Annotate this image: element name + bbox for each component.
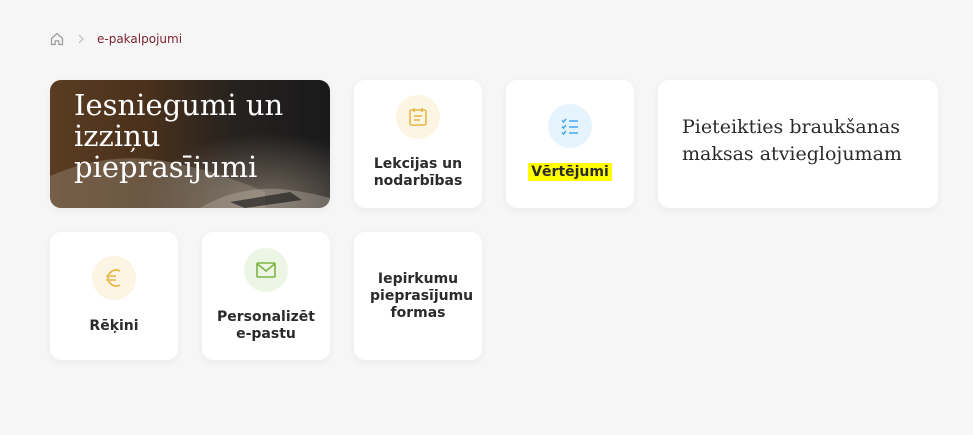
envelope-icon-circle <box>244 248 288 292</box>
card-pieteikties[interactable]: Pieteikties braukšanas maksas atviegloju… <box>658 80 938 208</box>
calendar-icon <box>409 108 427 126</box>
checklist-icon-circle <box>548 104 592 148</box>
home-icon[interactable] <box>49 31 65 47</box>
card-rekini[interactable]: Rēķini <box>50 232 178 360</box>
card-label: Vērtējumi <box>528 163 612 181</box>
chevron-right-icon <box>78 34 84 44</box>
card-title: Iesniegumi un izziņu pieprasījumi <box>74 88 284 184</box>
euro-icon-circle <box>92 256 136 300</box>
card-label: Lekcijas un nodarbības <box>373 156 463 189</box>
euro-icon <box>106 269 121 287</box>
card-iesniegumi[interactable]: Iesniegumi un izziņu pieprasījumi <box>50 80 330 208</box>
card-iepirkumu[interactable]: Iepirkumu pieprasījumu formas <box>354 232 482 360</box>
breadcrumb: e-pakalpojumi <box>49 30 182 48</box>
card-lekcijas[interactable]: Lekcijas un nodarbības <box>354 80 482 208</box>
calendar-icon-circle <box>396 95 440 139</box>
highlighted-label: Vērtējumi <box>528 163 612 181</box>
card-label: Rēķini <box>89 318 139 334</box>
card-label: Iepirkumu pieprasījumu formas <box>370 270 474 321</box>
checklist-icon <box>561 118 578 136</box>
card-title: Pieteikties braukšanas maksas atviegloju… <box>682 116 902 165</box>
card-personalizet[interactable]: Personalizēt e-pastu <box>202 232 330 360</box>
card-label: Personalizēt e-pastu <box>217 309 315 342</box>
breadcrumb-current[interactable]: e-pakalpojumi <box>97 32 182 46</box>
envelope-icon <box>256 262 276 278</box>
card-vertejumi[interactable]: Vērtējumi <box>506 80 634 208</box>
